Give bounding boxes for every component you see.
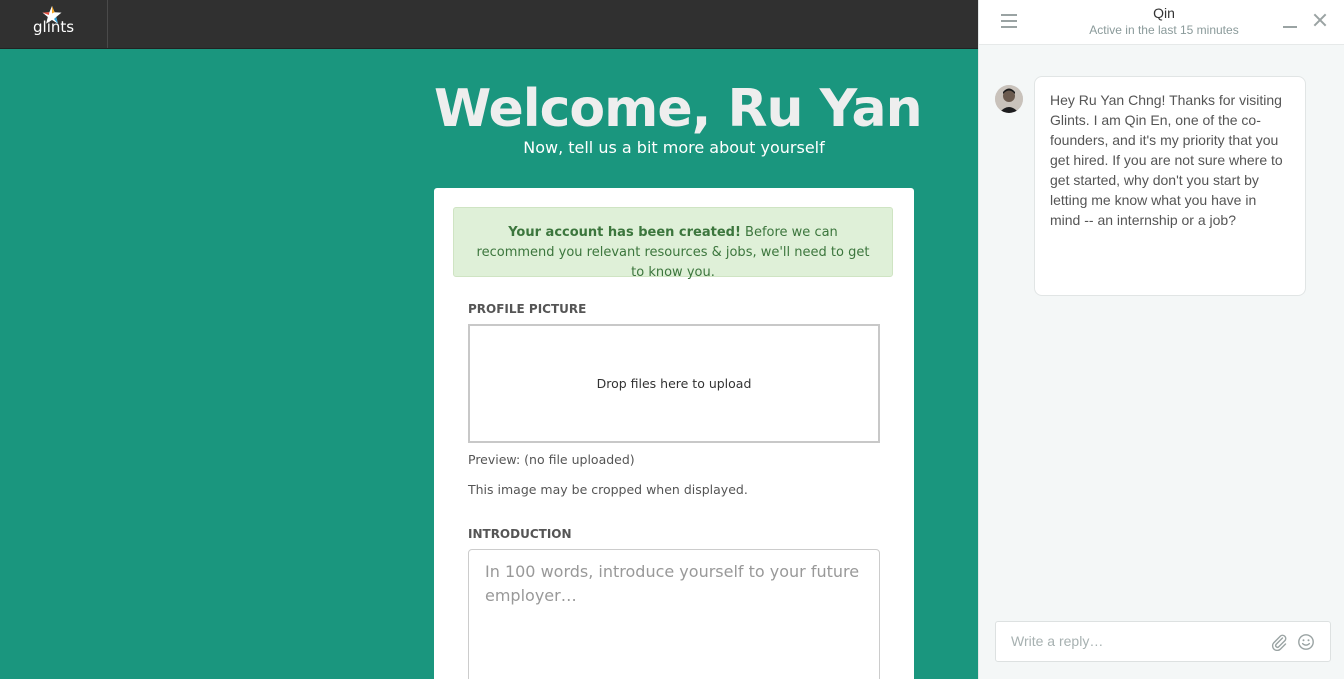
menu-icon[interactable] xyxy=(1001,14,1017,28)
brand-wordmark: glints xyxy=(33,18,75,36)
glints-logo[interactable]: glints xyxy=(0,0,108,48)
avatar xyxy=(995,85,1023,113)
introduction-textarea[interactable] xyxy=(468,549,880,679)
top-navbar: glints xyxy=(0,0,978,49)
account-created-alert: Your account has been created! Before we… xyxy=(453,207,893,280)
profile-form-card: Your account has been created! Before we… xyxy=(434,188,914,679)
preview-text: Preview: (no file uploaded) xyxy=(468,452,635,467)
minimize-icon[interactable] xyxy=(1283,18,1297,28)
chat-panel: Qin Active in the last 15 minutes Hey Ru… xyxy=(978,0,1344,679)
dropzone-text: Drop files here to upload xyxy=(596,376,752,391)
welcome-heading: Welcome, Ru Yan xyxy=(434,79,923,139)
file-dropzone[interactable]: Drop files here to upload xyxy=(468,324,880,443)
chat-contact-status: Active in the last 15 minutes xyxy=(1089,23,1239,37)
smiley-icon[interactable] xyxy=(1297,633,1315,651)
close-icon[interactable] xyxy=(1313,13,1327,27)
reply-input[interactable] xyxy=(1009,632,1263,650)
chat-contact-name: Qin xyxy=(1153,5,1175,21)
welcome-subtitle: Now, tell us a bit more about yourself xyxy=(523,138,825,157)
reply-box xyxy=(995,621,1331,662)
introduction-label: INTRODUCTION xyxy=(468,527,572,541)
paperclip-icon[interactable] xyxy=(1270,633,1288,651)
person-avatar-icon xyxy=(995,85,1023,113)
alert-bold-text: Your account has been created! xyxy=(508,225,741,240)
profile-picture-label: PROFILE PICTURE xyxy=(468,302,587,316)
crop-note: This image may be cropped when displayed… xyxy=(468,482,748,497)
chat-header: Qin Active in the last 15 minutes xyxy=(979,0,1344,45)
chat-message-bubble: Hey Ru Yan Chng! Thanks for visiting Gli… xyxy=(1034,76,1306,296)
